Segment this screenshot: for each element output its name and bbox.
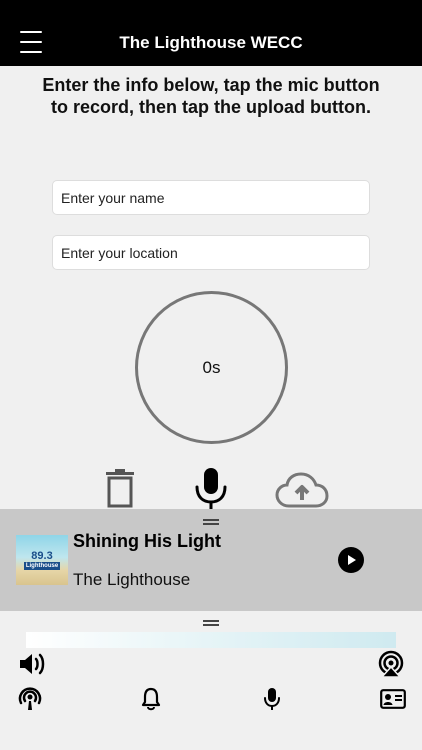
drawer-drag-handle[interactable]: [203, 620, 219, 626]
instructions-text: Enter the info below, tap the mic button…: [42, 75, 380, 117]
app-title: The Lighthouse WECC: [119, 33, 303, 52]
location-input[interactable]: [52, 235, 370, 270]
record-button[interactable]: [190, 466, 232, 512]
microphone-icon[interactable]: [260, 686, 284, 712]
hamburger-menu-icon[interactable]: [20, 31, 42, 53]
name-input[interactable]: [52, 180, 370, 215]
upload-button[interactable]: [274, 470, 330, 510]
play-icon: [348, 555, 356, 565]
microphone-icon: [195, 468, 227, 510]
delete-button[interactable]: [100, 466, 140, 510]
airplay-icon[interactable]: [377, 650, 405, 678]
album-art-brand: Lighthouse: [23, 561, 61, 570]
play-button[interactable]: [338, 547, 364, 573]
speaker-icon[interactable]: [18, 652, 46, 676]
podcast-icon[interactable]: [16, 686, 44, 712]
album-art: 89.3 Lighthouse: [16, 535, 68, 585]
player-drag-handle[interactable]: [203, 519, 219, 525]
song-title: Shining His Light: [73, 531, 221, 551]
record-timer: 0s: [135, 291, 288, 444]
audio-level-bar: [26, 632, 396, 648]
timer-value: 0s: [202, 357, 221, 377]
album-art-frequency: 89.3: [31, 549, 53, 562]
app-header: The Lighthouse WECC: [0, 0, 422, 66]
cloud-upload-icon: [275, 472, 329, 508]
station-name: The Lighthouse: [73, 570, 191, 589]
contact-card-icon[interactable]: [379, 688, 407, 710]
trash-icon: [106, 469, 134, 508]
bell-icon[interactable]: [139, 686, 163, 712]
